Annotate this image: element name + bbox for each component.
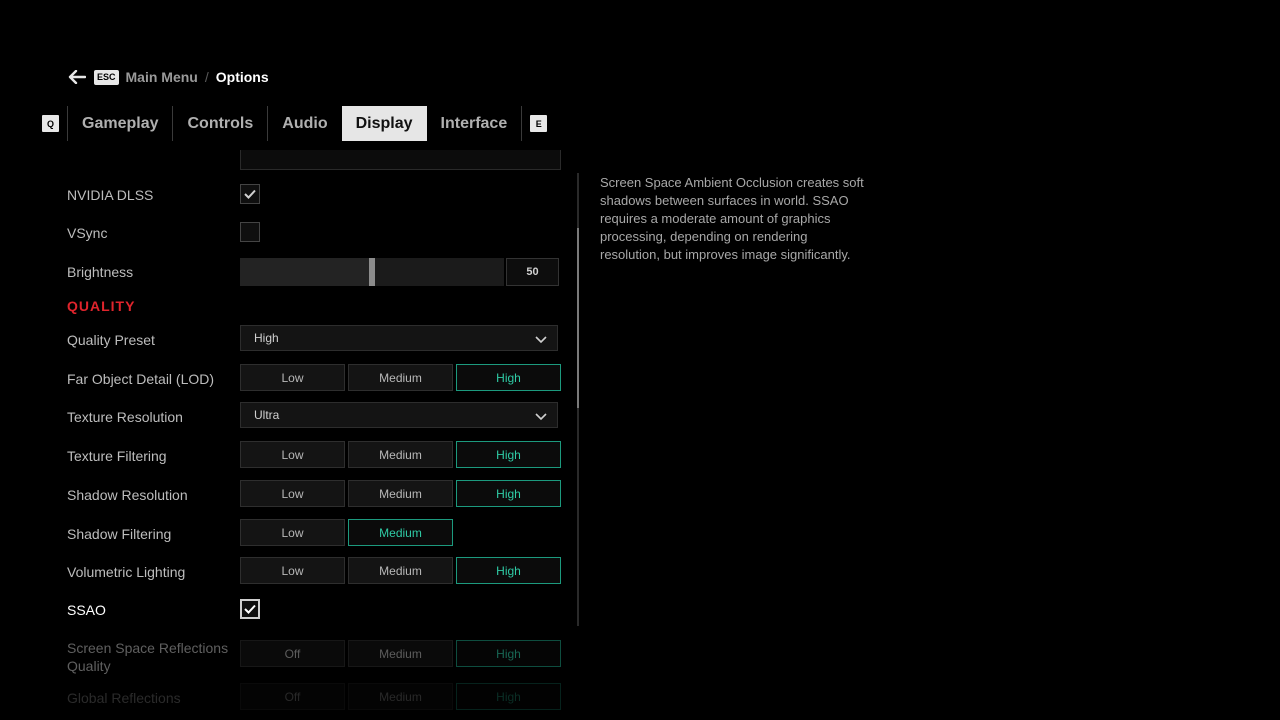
setting-row-volumetric-lighting: Volumetric Lighting Low Medium High [0, 557, 580, 587]
checkmark-icon [244, 189, 256, 199]
dropdown-value: High [254, 331, 279, 345]
breadcrumb-current: Options [215, 69, 269, 85]
settings-list[interactable]: NVIDIA DLSS VSync Brightness 50 QUALITY … [0, 150, 580, 720]
brightness-slider[interactable] [240, 258, 504, 286]
setting-row-global-reflections: Global Reflections Off Medium High [0, 683, 580, 713]
setting-label: Global Reflections [67, 690, 181, 706]
setting-row-brightness: Brightness 50 [0, 257, 580, 287]
tab-controls[interactable]: Controls [173, 106, 267, 141]
option-high[interactable]: High [456, 441, 561, 468]
setting-row-far-object-detail: Far Object Detail (LOD) Low Medium High [0, 364, 580, 394]
option-high[interactable]: High [456, 683, 561, 710]
option-low[interactable]: Low [240, 364, 345, 391]
esc-key-hint[interactable]: ESC [94, 69, 119, 85]
setting-row-texture-resolution: Texture Resolution Ultra [0, 402, 580, 432]
partially-hidden-field [240, 150, 561, 170]
tab-audio[interactable]: Audio [268, 106, 341, 141]
quality-preset-dropdown[interactable]: High [240, 325, 558, 351]
tab-gameplay[interactable]: Gameplay [68, 106, 172, 141]
back-arrow-icon[interactable] [67, 68, 87, 86]
setting-row-quality-preset: Quality Preset High [0, 325, 580, 355]
setting-label: VSync [67, 225, 108, 241]
option-high[interactable]: High [456, 364, 561, 391]
setting-label: Brightness [67, 264, 134, 280]
option-low[interactable]: Low [240, 557, 345, 584]
option-medium[interactable]: Medium [348, 480, 453, 507]
vsync-checkbox[interactable] [240, 222, 260, 242]
texture-resolution-dropdown[interactable]: Ultra [240, 402, 558, 428]
option-high[interactable]: High [456, 640, 561, 667]
option-low[interactable]: Low [240, 519, 345, 546]
setting-label: Far Object Detail (LOD) [67, 371, 215, 387]
chevron-down-icon [535, 336, 547, 344]
slider-handle[interactable] [369, 258, 375, 286]
option-low[interactable]: Low [240, 441, 345, 468]
next-tab-key-hint[interactable]: E [530, 115, 548, 132]
option-off[interactable]: Off [240, 683, 345, 710]
tab-display[interactable]: Display [341, 106, 427, 141]
setting-row-ssao: SSAO [0, 595, 580, 625]
option-medium[interactable]: Medium [348, 557, 453, 584]
option-medium[interactable]: Medium [348, 683, 453, 710]
option-medium[interactable]: Medium [348, 640, 453, 667]
setting-row-dlss: NVIDIA DLSS [0, 180, 580, 210]
setting-row-vsync: VSync [0, 218, 580, 248]
prev-tab-key-hint[interactable]: Q [42, 115, 59, 132]
breadcrumb-parent[interactable]: Main Menu [126, 69, 198, 85]
setting-label: Texture Filtering [67, 448, 167, 464]
option-high[interactable]: High [456, 557, 561, 584]
dlss-checkbox[interactable] [240, 184, 260, 204]
setting-row-shadow-filtering: Shadow Filtering Low Medium [0, 519, 580, 549]
setting-label: Volumetric Lighting [67, 564, 186, 580]
chevron-down-icon [535, 413, 547, 421]
setting-label-line: Quality [67, 658, 111, 674]
setting-label: Texture Resolution [67, 409, 183, 425]
setting-label: Shadow Resolution [67, 487, 188, 503]
setting-label: Shadow Filtering [67, 526, 172, 542]
section-header-quality: QUALITY [67, 298, 136, 314]
scrollbar-thumb[interactable] [577, 228, 579, 408]
tab-divider [521, 106, 523, 141]
breadcrumb: ESC Main Menu / Options [67, 68, 269, 86]
setting-row-ssr-quality: Screen Space Reflections Quality Off Med… [0, 639, 580, 675]
option-medium[interactable]: Medium [348, 519, 453, 546]
setting-label: SSAO [67, 602, 106, 618]
setting-description: Screen Space Ambient Occlusion creates s… [600, 175, 864, 262]
option-low[interactable]: Low [240, 480, 345, 507]
options-tabs: Q Gameplay Controls Audio Display Interf… [42, 106, 548, 141]
option-medium[interactable]: Medium [348, 441, 453, 468]
slider-fill [240, 258, 372, 286]
option-medium[interactable]: Medium [348, 364, 453, 391]
setting-label: Quality Preset [67, 332, 155, 348]
option-off[interactable]: Off [240, 640, 345, 667]
ssao-checkbox[interactable] [240, 599, 260, 619]
option-high[interactable]: High [456, 480, 561, 507]
checkmark-icon [244, 604, 256, 614]
breadcrumb-separator: / [204, 69, 209, 85]
setting-label-line: Screen Space Reflections [67, 640, 229, 656]
setting-label: Screen Space Reflections Quality [67, 639, 228, 675]
setting-label: NVIDIA DLSS [67, 187, 154, 203]
brightness-value[interactable]: 50 [506, 258, 559, 286]
dropdown-value: Ultra [254, 408, 280, 422]
tab-interface[interactable]: Interface [427, 106, 522, 141]
setting-row-shadow-resolution: Shadow Resolution Low Medium High [0, 480, 580, 510]
setting-row-texture-filtering: Texture Filtering Low Medium High [0, 441, 580, 471]
